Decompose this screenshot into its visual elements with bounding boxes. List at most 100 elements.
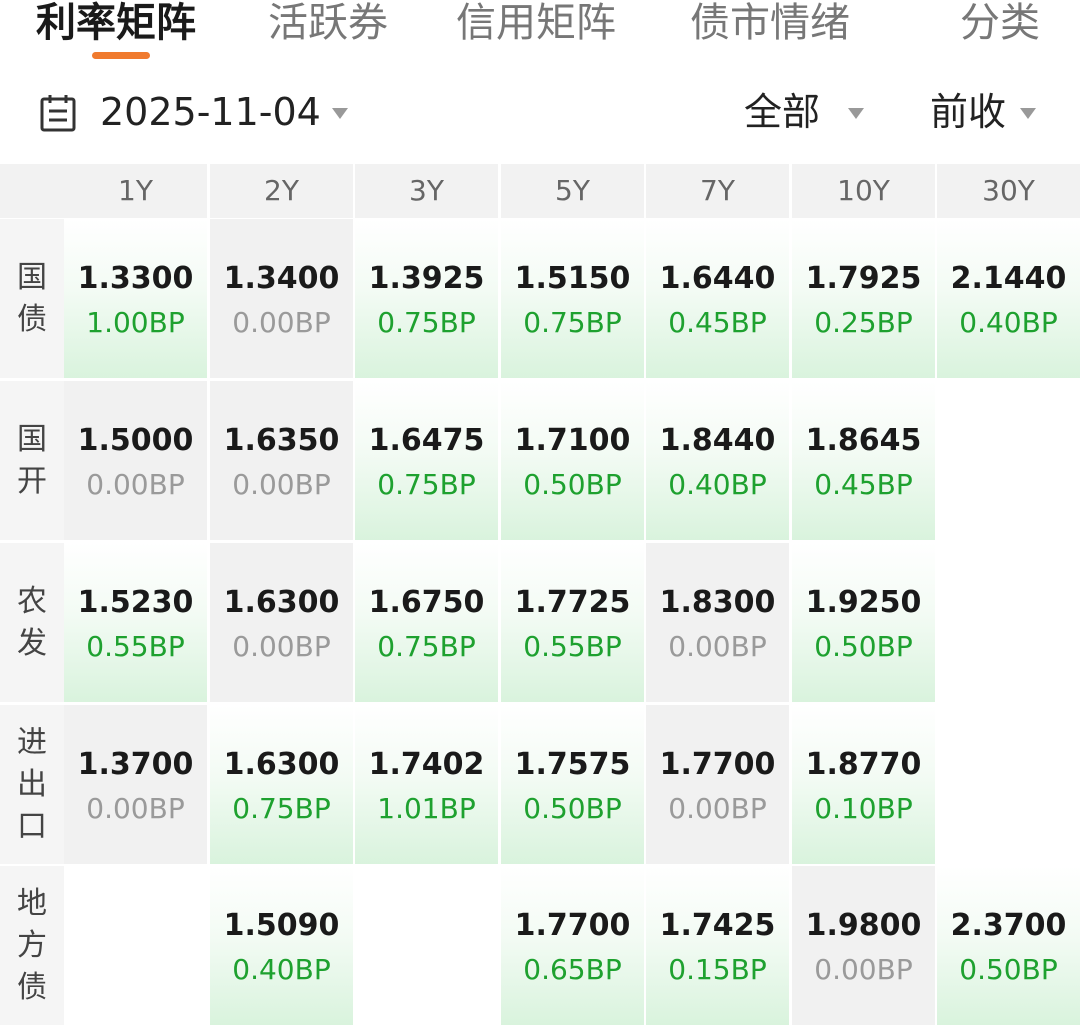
bp-change: 0.00BP <box>86 468 185 501</box>
bp-change: 0.00BP <box>232 630 331 663</box>
bp-change: 0.10BP <box>814 792 913 825</box>
matrix-cell[interactable]: 1.3700 0.00BP <box>64 705 207 864</box>
bp-change: 1.01BP <box>377 792 476 825</box>
filter-toolbar: 2025-11-04 全部 前收 <box>0 80 1080 146</box>
matrix-cell-empty <box>937 705 1080 864</box>
bp-change: 0.00BP <box>668 630 767 663</box>
row-header: 地方债 <box>0 866 64 1025</box>
yield-value: 1.9250 <box>805 585 922 620</box>
bp-change: 0.00BP <box>232 306 331 339</box>
yield-value: 1.7402 <box>368 747 485 782</box>
matrix-cell[interactable]: 1.9800 0.00BP <box>792 866 935 1025</box>
matrix-cell[interactable]: 1.7425 0.15BP <box>646 866 789 1025</box>
bp-change: 0.50BP <box>814 630 913 663</box>
row-header-label: 国开 <box>17 421 47 499</box>
matrix-cell[interactable]: 1.7575 0.50BP <box>501 705 644 864</box>
yield-value: 1.7725 <box>514 585 631 620</box>
row-header: 农发 <box>0 543 64 702</box>
matrix-cell[interactable]: 1.6750 0.75BP <box>355 543 498 702</box>
matrix-cell[interactable]: 1.3925 0.75BP <box>355 219 498 378</box>
row-header: 进出口 <box>0 705 64 864</box>
bp-change: 0.15BP <box>668 953 767 986</box>
matrix-cell[interactable]: 1.5000 0.00BP <box>64 381 207 540</box>
tab-bond-sentiment[interactable]: 债市情绪 <box>690 0 850 46</box>
yield-value: 1.7925 <box>805 261 922 296</box>
tab-rate-matrix[interactable]: 利率矩阵 <box>36 0 196 46</box>
yield-value: 1.7100 <box>514 423 631 458</box>
tab-credit-matrix[interactable]: 信用矩阵 <box>456 0 616 46</box>
yield-value: 1.5090 <box>223 908 340 943</box>
column-header: 5Y <box>501 164 644 218</box>
matrix-cell[interactable]: 1.8440 0.40BP <box>646 381 789 540</box>
price-filter-value: 前收 <box>930 90 1007 134</box>
matrix-cell[interactable]: 1.3300 1.00BP <box>64 219 207 378</box>
yield-value: 2.1440 <box>950 261 1067 296</box>
bp-change: 0.75BP <box>232 792 331 825</box>
bp-change: 0.75BP <box>377 630 476 663</box>
yield-value: 1.3300 <box>77 261 194 296</box>
matrix-cell[interactable]: 1.8300 0.00BP <box>646 543 789 702</box>
matrix-cell[interactable]: 2.3700 0.50BP <box>937 866 1080 1025</box>
bp-change: 0.75BP <box>377 468 476 501</box>
yield-value: 1.6300 <box>223 585 340 620</box>
yield-value: 1.6300 <box>223 747 340 782</box>
matrix-cell[interactable]: 1.9250 0.50BP <box>792 543 935 702</box>
bp-change: 0.00BP <box>814 953 913 986</box>
matrix-cell[interactable]: 1.6300 0.75BP <box>210 705 353 864</box>
matrix-cell[interactable]: 1.7100 0.50BP <box>501 381 644 540</box>
row-header-label: 地方债 <box>17 885 47 1005</box>
matrix-cell[interactable]: 1.6300 0.00BP <box>210 543 353 702</box>
bp-change: 0.50BP <box>523 468 622 501</box>
bp-change: 0.50BP <box>959 953 1058 986</box>
bp-change: 0.75BP <box>377 306 476 339</box>
bp-change: 0.75BP <box>523 306 622 339</box>
yield-value: 2.3700 <box>950 908 1067 943</box>
date-dropdown-caret-icon <box>332 108 348 119</box>
yield-value: 1.6440 <box>659 261 776 296</box>
bp-change: 0.00BP <box>232 468 331 501</box>
yield-value: 1.7425 <box>659 908 776 943</box>
matrix-cell[interactable]: 1.7402 1.01BP <box>355 705 498 864</box>
matrix-cell[interactable]: 1.7700 0.65BP <box>501 866 644 1025</box>
matrix-cell[interactable]: 1.3400 0.00BP <box>210 219 353 378</box>
bp-change: 0.45BP <box>668 306 767 339</box>
table-corner <box>0 164 64 218</box>
row-header: 国债 <box>0 219 64 378</box>
yield-value: 1.8440 <box>659 423 776 458</box>
column-header: 1Y <box>64 164 207 218</box>
column-header: 7Y <box>646 164 789 218</box>
scope-dropdown-caret-icon <box>848 108 864 119</box>
matrix-cell[interactable]: 1.7725 0.55BP <box>501 543 644 702</box>
yield-value: 1.9800 <box>805 908 922 943</box>
bp-change: 0.40BP <box>959 306 1058 339</box>
scope-filter-value: 全部 <box>744 90 821 134</box>
bp-change: 0.40BP <box>232 953 331 986</box>
matrix-cell[interactable]: 1.8645 0.45BP <box>792 381 935 540</box>
row-header-label: 农发 <box>17 583 47 661</box>
matrix-cell[interactable]: 1.5090 0.40BP <box>210 866 353 1025</box>
bp-change: 1.00BP <box>86 306 185 339</box>
matrix-cell[interactable]: 1.6475 0.75BP <box>355 381 498 540</box>
bp-change: 0.40BP <box>668 468 767 501</box>
yield-value: 1.3925 <box>368 261 485 296</box>
matrix-cell[interactable]: 1.7700 0.00BP <box>646 705 789 864</box>
yield-value: 1.7700 <box>514 908 631 943</box>
matrix-cell[interactable]: 1.6350 0.00BP <box>210 381 353 540</box>
matrix-cell[interactable]: 1.5230 0.55BP <box>64 543 207 702</box>
matrix-cell[interactable]: 1.5150 0.75BP <box>501 219 644 378</box>
column-header: 10Y <box>792 164 935 218</box>
matrix-cell[interactable]: 1.8770 0.10BP <box>792 705 935 864</box>
matrix-cell[interactable]: 1.7925 0.25BP <box>792 219 935 378</box>
yield-value: 1.6475 <box>368 423 485 458</box>
tab-active-bonds[interactable]: 活跃券 <box>268 0 388 46</box>
yield-value: 1.7575 <box>514 747 631 782</box>
yield-value: 1.6350 <box>223 423 340 458</box>
tab-category[interactable]: 分类 <box>960 0 1040 46</box>
matrix-cell[interactable]: 1.6440 0.45BP <box>646 219 789 378</box>
yield-value: 1.8300 <box>659 585 776 620</box>
yield-value: 1.8770 <box>805 747 922 782</box>
row-header: 国开 <box>0 381 64 540</box>
selected-date: 2025-11-04 <box>100 90 321 134</box>
column-header: 2Y <box>210 164 353 218</box>
matrix-cell[interactable]: 2.1440 0.40BP <box>937 219 1080 378</box>
